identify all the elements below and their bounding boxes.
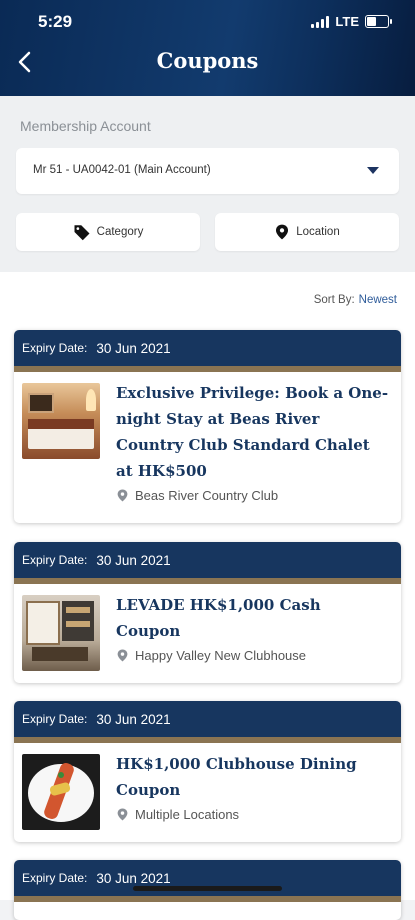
- app-header: 5:29 LTE Coupons: [0, 0, 415, 96]
- location-pin-icon: [117, 649, 128, 662]
- sort-label: Sort By:: [313, 294, 355, 306]
- membership-account-value: Mr 51 - UA0042-01 (Main Account): [33, 164, 211, 176]
- expiry-bar: Expiry Date: 30 Jun 2021: [14, 542, 401, 584]
- location-label: Location: [296, 226, 340, 238]
- expiry-bar: Expiry Date: 30 Jun 2021: [14, 330, 401, 372]
- coupon-location: Multiple Locations: [116, 807, 239, 822]
- status-indicators: LTE: [311, 14, 392, 29]
- expiry-date: 30 Jun 2021: [96, 870, 171, 886]
- sort-control[interactable]: Sort By: Newest: [314, 294, 397, 306]
- caret-down-icon: [367, 167, 379, 174]
- coupon-card[interactable]: Expiry Date: 30 Jun 2021 LEVADE HK$1,000…: [14, 542, 401, 683]
- coupon-card[interactable]: Expiry Date: 30 Jun 2021 HK$1,000 Clubho…: [14, 701, 401, 842]
- coupon-location: Happy Valley New Clubhouse: [116, 648, 306, 663]
- expiry-date: 30 Jun 2021: [96, 711, 171, 727]
- location-filter-button[interactable]: Location: [215, 213, 399, 251]
- location-pin-icon: [276, 224, 289, 240]
- expiry-bar: Expiry Date: 30 Jun 2021: [14, 860, 401, 902]
- expiry-label: Expiry Date:: [22, 341, 88, 355]
- expiry-bar: Expiry Date: 30 Jun 2021: [14, 701, 401, 743]
- expiry-label: Expiry Date:: [22, 553, 88, 567]
- coupon-title: Exclusive Privilege: Book a One-night St…: [116, 384, 389, 480]
- dish-image: [22, 754, 100, 830]
- expiry-label: Expiry Date:: [22, 712, 88, 726]
- location-pin-icon: [117, 808, 128, 821]
- coupon-card[interactable]: Expiry Date: 30 Jun 2021 Exclusive Privi…: [14, 330, 401, 523]
- status-time: 5:29: [38, 12, 73, 31]
- location-text: Happy Valley New Clubhouse: [135, 648, 307, 663]
- battery-icon: [365, 15, 392, 28]
- signal-icon: [311, 15, 330, 28]
- location-text: Multiple Locations: [135, 807, 240, 822]
- expiry-date: 30 Jun 2021: [96, 552, 171, 568]
- network-type: LTE: [335, 14, 359, 29]
- filter-section: Membership Account Mr 51 - UA0042-01 (Ma…: [0, 96, 415, 272]
- category-label: Category: [96, 226, 144, 238]
- membership-label: Membership Account: [20, 118, 151, 134]
- coupon-location: Beas River Country Club: [116, 488, 278, 503]
- home-indicator: [133, 886, 282, 891]
- store-interior-image: [22, 595, 100, 671]
- membership-account-dropdown[interactable]: Mr 51 - UA0042-01 (Main Account): [16, 148, 399, 194]
- location-text: Beas River Country Club: [135, 488, 279, 503]
- expiry-label: Expiry Date:: [22, 871, 88, 885]
- tag-icon: [74, 225, 90, 241]
- category-filter-button[interactable]: Category: [16, 213, 200, 251]
- sort-value: Newest: [358, 294, 397, 306]
- hotel-room-image: [22, 383, 100, 459]
- expiry-date: 30 Jun 2021: [96, 340, 171, 356]
- coupon-title: LEVADE HK$1,000 Cash Coupon: [116, 596, 321, 640]
- location-pin-icon: [117, 489, 128, 502]
- coupon-title: HK$1,000 Clubhouse Dining Coupon: [116, 755, 357, 799]
- page-title: Coupons: [156, 48, 259, 73]
